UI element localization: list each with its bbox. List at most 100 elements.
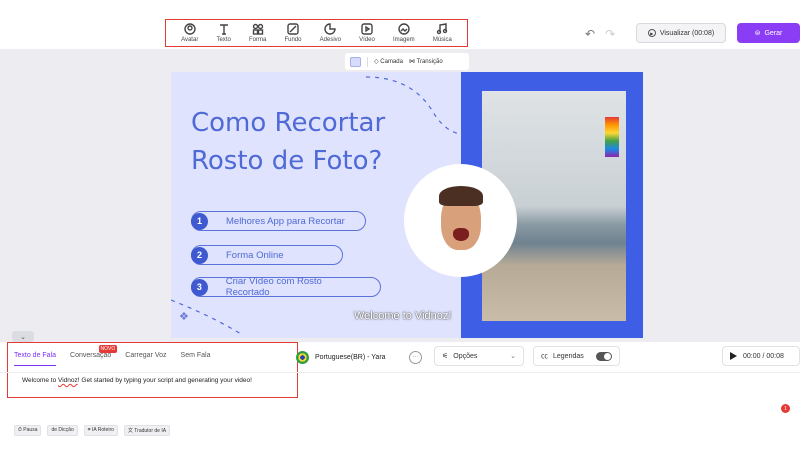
subtitles-control: ㏄ Legendas — [533, 346, 620, 366]
ai-script-button[interactable]: ⌗ IA Roteiro — [83, 425, 118, 436]
more-icon[interactable]: ··· — [409, 350, 422, 364]
title-line-1: Como Recortar — [191, 108, 386, 138]
tool-label: Adesivo — [319, 37, 341, 43]
script-panel: Texto de Fala Conversação NOVO Carregar … — [0, 342, 800, 457]
audio-player: 00:00 / 00:08 — [722, 346, 800, 366]
script-tabs: Texto de Fala Conversação NOVO Carregar … — [14, 345, 211, 366]
music-icon — [437, 23, 448, 35]
voice-label: Portuguese(BR) - Yara — [315, 353, 386, 361]
chevron-down-icon: ⌄ — [510, 353, 516, 360]
tool-video[interactable]: Vídeo — [359, 23, 375, 43]
brazil-flag-icon — [296, 350, 309, 364]
notification-badge[interactable]: 1 — [781, 404, 790, 413]
shapes-icon — [252, 23, 263, 35]
subtitles-label: Legendas — [553, 352, 584, 360]
tool-label: Imagem — [393, 37, 415, 43]
slide-title: Como Recortar Rosto de Foto? — [191, 104, 385, 180]
pause-button[interactable]: ⏱ Pausa — [14, 425, 42, 436]
options-dropdown[interactable]: ⚟ Opções ⌄ — [434, 346, 524, 366]
tool-label: Fundo — [284, 37, 302, 43]
face-image — [438, 185, 483, 250]
play-icon[interactable] — [730, 352, 737, 360]
script-input[interactable]: Welcome to Vidnoz! Get started by typing… — [22, 377, 252, 384]
tool-background[interactable]: Fundo — [284, 23, 301, 43]
title-line-2: Rosto de Foto? — [191, 146, 383, 176]
ai-script-label: IA Roteiro — [91, 427, 114, 433]
video-icon — [361, 23, 373, 35]
tool-avatar[interactable]: Avatar — [181, 23, 198, 43]
slide-canvas[interactable]: Como Recortar Rosto de Foto? 1 Melhores … — [171, 72, 643, 338]
export-icon: ⊜ — [754, 30, 761, 37]
undo-icon[interactable]: ↶ — [585, 27, 595, 41]
color-swatch[interactable] — [350, 56, 361, 67]
tool-label: Forma — [248, 37, 267, 43]
item-label: Forma Online — [226, 249, 284, 261]
item-number: 1 — [191, 212, 208, 230]
cc-icon: ㏄ — [541, 353, 548, 360]
player-time: 00:00 / 00:08 — [743, 352, 784, 360]
tool-music[interactable]: Música — [433, 23, 452, 43]
options-label: Opções — [453, 352, 478, 360]
item-label: Criar Vídeo com Rosto Recortado — [225, 276, 322, 298]
sliders-icon: ⚟ — [442, 353, 449, 360]
list-item: 2 Forma Online — [191, 245, 343, 265]
script-tools: ⏱ Pausa de Dicção ⌗ IA Roteiro 文 Traduto… — [14, 425, 171, 436]
voice-selector[interactable]: Portuguese(BR) - Yara ··· — [296, 348, 422, 366]
list-item: 1 Melhores App para Recortar — [191, 211, 366, 231]
history-controls: ↶ ↷ — [585, 27, 615, 41]
script-suffix: ! Get started by typing your script and … — [77, 377, 252, 384]
vidnoz-logo-icon: ❖ — [179, 311, 189, 323]
generate-label: Gerar — [764, 29, 783, 37]
highlight-box — [7, 342, 298, 398]
subtitles-toggle[interactable] — [596, 351, 612, 361]
preview-button[interactable]: ▶ Visualizar (00:08) — [636, 23, 726, 43]
layer-button[interactable]: ◇ Camada — [374, 58, 403, 65]
separator — [367, 56, 368, 67]
preview-label: Visualizar (00:08) — [659, 29, 715, 37]
background-icon — [287, 23, 299, 35]
redo-icon[interactable]: ↷ — [605, 27, 615, 41]
element-toolbar: Avatar Texto Forma Fundo Adesivo Vídeo I… — [165, 19, 468, 47]
ai-translator-label: Tradutor de IA — [134, 428, 167, 434]
tool-sticker[interactable]: Adesivo — [320, 23, 341, 43]
ai-translator-button[interactable]: 文 Tradutor de IA — [123, 425, 171, 436]
sticker-icon — [324, 23, 337, 35]
script-brand: Vidnoz — [58, 377, 78, 384]
transition-label: Transição — [416, 59, 443, 65]
layer-bar: ◇ Camada ⋈ Transição — [345, 53, 469, 70]
tool-label: Texto — [216, 37, 231, 43]
tool-text[interactable]: Texto — [216, 23, 231, 43]
rainbow-flag — [605, 117, 619, 157]
tool-label: Vídeo — [359, 37, 375, 43]
collapse-button[interactable]: ⌄ — [12, 331, 34, 342]
tab-upload-voice[interactable]: Carregar Voz — [125, 352, 166, 366]
tab-conversation[interactable]: Conversação NOVO — [70, 345, 118, 366]
image-icon — [398, 23, 410, 35]
layer-label: Camada — [380, 59, 403, 65]
tool-shape[interactable]: Forma — [249, 23, 266, 43]
avatar-face-circle[interactable] — [404, 164, 517, 277]
divider — [0, 372, 800, 373]
pause-label: Pausa — [23, 427, 38, 433]
item-number: 2 — [191, 246, 208, 264]
play-circle-icon: ▶ — [647, 29, 656, 37]
tab-text-to-speech[interactable]: Texto de Fala — [14, 352, 57, 366]
list-item: 3 Criar Vídeo com Rosto Recortado — [191, 276, 381, 298]
script-prefix: Welcome to — [22, 377, 59, 384]
tool-label: Avatar — [181, 37, 199, 43]
item-label: Melhores App para Recortar — [226, 215, 345, 227]
workspace: ◇ Camada ⋈ Transição Como Recortar Rosto… — [0, 50, 800, 342]
diction-label: de Dicção — [51, 427, 74, 433]
generate-button[interactable]: ⊜ Gerar — [737, 23, 800, 43]
new-badge: NOVO — [98, 345, 118, 353]
diction-button[interactable]: de Dicção — [47, 425, 78, 436]
tool-image[interactable]: Imagem — [393, 23, 415, 43]
avatar-icon — [183, 23, 196, 35]
text-icon — [219, 24, 228, 35]
transition-button[interactable]: ⋈ Transição — [409, 58, 443, 65]
tab-label: Conversação — [70, 352, 112, 359]
tab-no-speech[interactable]: Sem Fala — [181, 352, 211, 366]
watermark-text: Welcome to Vidnoz! — [354, 310, 452, 322]
top-bar: Avatar Texto Forma Fundo Adesivo Vídeo I… — [0, 0, 800, 50]
item-number: 3 — [191, 278, 208, 296]
